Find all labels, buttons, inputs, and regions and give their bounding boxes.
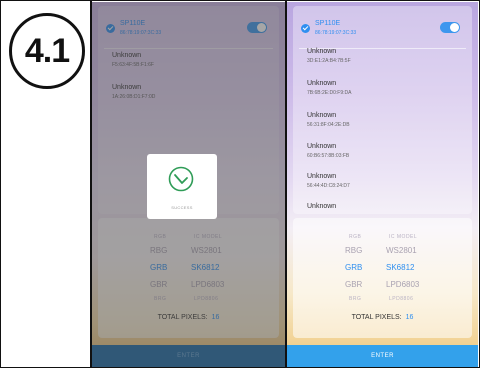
device-item[interactable]: Unknown 3D:E1:2A:B4:7B:5F [307, 48, 351, 64]
device-item[interactable]: Unknown 56:44:4D:C8:24:D7 [307, 173, 350, 189]
selected-device-mac: 86:78:19:07:3C:33 [315, 30, 357, 36]
check-icon [301, 24, 310, 33]
total-pixels[interactable]: TOTAL PIXELS: 16 [293, 314, 472, 321]
order-header: RGB [349, 234, 362, 240]
total-pixels-label: TOTAL PIXELS: [351, 314, 402, 321]
enter-button[interactable]: ENTER [287, 345, 478, 367]
step-badge: 4.1 [9, 13, 85, 89]
device-name: Unknown [307, 203, 337, 210]
device-list: SP110E 86:78:19:07:3C:33 Unknown 3D:E1:2… [293, 6, 472, 214]
order-option[interactable]: BRG [349, 296, 361, 302]
ic-option-selected[interactable]: SK6812 [386, 263, 414, 272]
device-name: Unknown [307, 112, 337, 119]
device-mac: 7B:6B:2E:D0:F9:DA [307, 90, 352, 96]
screen-success: SP110E 86:78:19:07:3C:33 Unknown F5:63:4… [92, 2, 285, 367]
success-dialog: SUCCESS [147, 154, 217, 219]
ic-option[interactable]: WS2801 [386, 246, 417, 255]
device-item[interactable]: Unknown 56:31:8F:04:2E:DB [307, 112, 350, 128]
device-name: Unknown [307, 80, 337, 87]
total-pixels-value: 16 [405, 314, 414, 321]
device-item[interactable]: Unknown 7B:6B:2E:D0:F9:DA [307, 80, 351, 96]
connect-toggle[interactable] [440, 22, 460, 33]
device-item[interactable]: Unknown 60:B6:57:8B:03:FB [307, 143, 349, 159]
success-label: SUCCESS [171, 205, 193, 210]
order-option[interactable]: GBR [345, 280, 362, 289]
device-name: Unknown [307, 143, 337, 150]
device-mac: 56:31:8F:04:2E:DB [307, 122, 350, 128]
device-mac: 56:44:4D:C8:24:D7 [307, 183, 350, 189]
order-option[interactable]: RBG [345, 246, 362, 255]
success-check-icon [168, 166, 194, 192]
screen-device-list: SP110E 86:78:19:07:3C:33 Unknown 3D:E1:2… [287, 2, 478, 367]
pixel-settings: RGB IC MODEL RBG WS2801 GRB SK6812 GBR L… [293, 218, 472, 338]
instruction-frame: 4.1 SP110E 86:78:19:07:3C:33 Unknown F5:… [0, 0, 480, 368]
device-name: Unknown [307, 48, 337, 55]
order-option-selected[interactable]: GRB [345, 263, 362, 272]
ic-option[interactable]: LPD8806 [389, 296, 413, 302]
device-name: Unknown [307, 173, 337, 180]
device-mac: 3D:E1:2A:B4:7B:5F [307, 58, 351, 64]
selected-device-name: SP110E [315, 20, 341, 27]
selected-device-row[interactable]: SP110E 86:78:19:07:3C:33 [301, 16, 464, 44]
device-item[interactable]: Unknown [307, 203, 336, 210]
ic-option[interactable]: LPD6803 [386, 280, 419, 289]
ic-header: IC MODEL [389, 234, 418, 240]
device-mac: 60:B6:57:8B:03:FB [307, 153, 350, 159]
